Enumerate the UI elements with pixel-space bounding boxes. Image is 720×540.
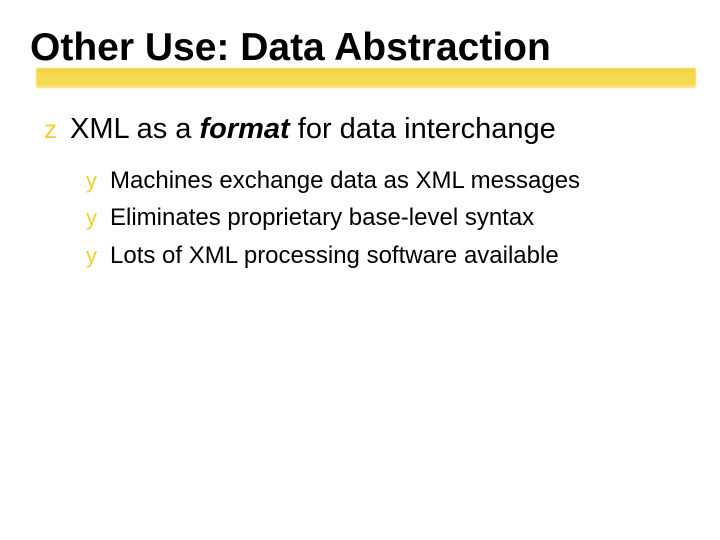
- y-bullet-icon: y: [86, 170, 110, 192]
- bullet-level2: y Machines exchange data as XML messages: [86, 165, 690, 196]
- bullet-level2: y Eliminates proprietary base-level synt…: [86, 202, 690, 233]
- bullet-level2-text: Machines exchange data as XML messages: [110, 165, 580, 196]
- bullet-level1: z XML as a format for data interchange: [44, 111, 690, 147]
- sub-bullets: y Machines exchange data as XML messages…: [44, 165, 690, 271]
- l1-emph: format: [199, 113, 289, 145]
- title-underline: [36, 71, 696, 85]
- l1-suffix: for data interchange: [290, 113, 556, 145]
- bullet-level2-text: Eliminates proprietary base-level syntax: [110, 202, 534, 233]
- l1-prefix: XML as a: [70, 113, 199, 145]
- slide-body: z XML as a format for data interchange y…: [30, 111, 690, 271]
- bullet-level2-text: Lots of XML processing software availabl…: [110, 240, 559, 271]
- bullet-level2: y Lots of XML processing software availa…: [86, 240, 690, 271]
- slide: Other Use: Data Abstraction z XML as a f…: [0, 0, 720, 540]
- title-block: Other Use: Data Abstraction: [30, 28, 690, 91]
- bullet-level1-text: XML as a format for data interchange: [70, 111, 556, 147]
- y-bullet-icon: y: [86, 207, 110, 229]
- slide-title: Other Use: Data Abstraction: [30, 28, 690, 69]
- z-bullet-icon: z: [44, 116, 70, 142]
- y-bullet-icon: y: [86, 245, 110, 267]
